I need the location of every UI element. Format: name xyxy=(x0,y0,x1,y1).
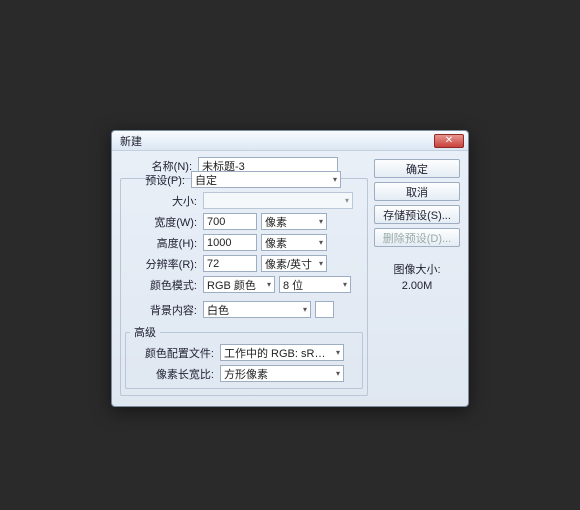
width-unit-select[interactable]: 像素▾ xyxy=(261,213,327,230)
color-mode-value: RGB 颜色 xyxy=(207,277,256,293)
close-button[interactable]: ✕ xyxy=(434,134,464,148)
resolution-unit-select[interactable]: 像素/英寸▾ xyxy=(261,255,327,272)
advanced-group: 高级 颜色配置文件: 工作中的 RGB: sRGB IEC619...▾ 像素长… xyxy=(125,324,363,389)
resolution-label: 分辨率(R): xyxy=(125,256,199,272)
save-preset-button[interactable]: 存储预设(S)... xyxy=(374,205,460,224)
profile-select[interactable]: 工作中的 RGB: sRGB IEC619...▾ xyxy=(220,344,344,361)
aspect-label: 像素长宽比: xyxy=(130,366,216,382)
height-unit-select[interactable]: 像素▾ xyxy=(261,234,327,251)
resolution-unit-value: 像素/英寸 xyxy=(265,256,312,272)
width-label: 宽度(W): xyxy=(125,214,199,230)
background-select[interactable]: 白色▾ xyxy=(203,301,311,318)
color-mode-select[interactable]: RGB 颜色▾ xyxy=(203,276,275,293)
background-swatch[interactable] xyxy=(315,301,334,318)
image-size-box: 图像大小: 2.00M xyxy=(374,261,460,292)
delete-preset-button: 删除预设(D)... xyxy=(374,228,460,247)
resolution-input[interactable] xyxy=(203,255,257,272)
height-label: 高度(H): xyxy=(125,235,199,251)
cancel-button[interactable]: 取消 xyxy=(374,182,460,201)
ok-button[interactable]: 确定 xyxy=(374,159,460,178)
titlebar: 新建 ✕ xyxy=(112,131,468,151)
dialog-title: 新建 xyxy=(120,133,142,149)
image-size-label: 图像大小: xyxy=(374,261,460,277)
background-value: 白色 xyxy=(207,302,229,318)
height-unit-value: 像素 xyxy=(265,235,287,251)
height-input[interactable] xyxy=(203,234,257,251)
advanced-legend: 高级 xyxy=(130,324,160,340)
profile-label: 颜色配置文件: xyxy=(130,345,216,361)
profile-value: 工作中的 RGB: sRGB IEC619... xyxy=(224,345,328,361)
image-size-value: 2.00M xyxy=(374,280,460,292)
preset-value: 自定 xyxy=(195,172,217,188)
size-label: 大小: xyxy=(125,193,199,209)
preset-group: 预设(P): 自定▾ 大小: ▾ 宽度(W): 像素▾ xyxy=(120,178,368,396)
aspect-select[interactable]: 方形像素▾ xyxy=(220,365,344,382)
bit-depth-value: 8 位 xyxy=(283,277,303,293)
preset-label: 预设(P): xyxy=(125,172,187,188)
size-select[interactable]: ▾ xyxy=(203,192,353,209)
preset-select[interactable]: 自定▾ xyxy=(191,171,341,188)
aspect-value: 方形像素 xyxy=(224,366,268,382)
color-mode-label: 颜色模式: xyxy=(125,277,199,293)
width-input[interactable] xyxy=(203,213,257,230)
bit-depth-select[interactable]: 8 位▾ xyxy=(279,276,351,293)
new-document-dialog: 新建 ✕ 名称(N): 预设(P): 自定▾ 大小: ▾ xyxy=(111,130,469,407)
width-unit-value: 像素 xyxy=(265,214,287,230)
background-label: 背景内容: xyxy=(125,302,199,318)
